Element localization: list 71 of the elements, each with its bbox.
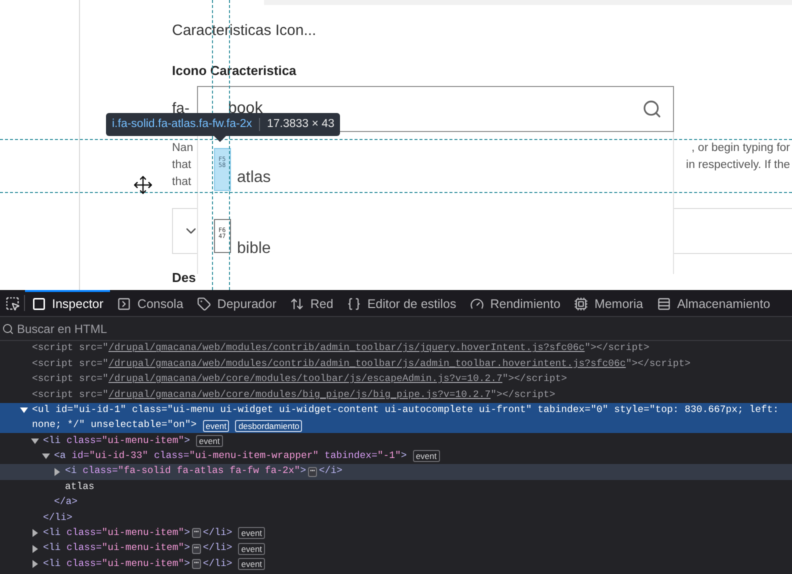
ellipsis-button[interactable]: ⋯ bbox=[192, 544, 201, 554]
disclosure-triangle-icon[interactable] bbox=[31, 560, 39, 568]
html-code: none; */" unselectable="on"> bbox=[32, 418, 197, 432]
html-code: </li> bbox=[202, 541, 232, 556]
html-code: </li> bbox=[202, 556, 232, 571]
element-picker-icon bbox=[4, 296, 20, 310]
devtools-tab[interactable]: Consola bbox=[110, 290, 190, 316]
tab-icon bbox=[657, 297, 672, 311]
devtools-tab[interactable]: Inspector bbox=[25, 290, 110, 316]
marker-badge[interactable]: event bbox=[238, 558, 266, 570]
hovered-row[interactable]: <i class="fa-solid fa-atlas fa-fw fa-2x"> ⋯ </i> bbox=[0, 464, 792, 480]
field-label: Icono Caracteristica bbox=[172, 63, 298, 79]
ellipsis-button[interactable]: ⋯ bbox=[192, 528, 201, 538]
disclosure-triangle-icon[interactable] bbox=[31, 529, 39, 538]
html-code: atlas bbox=[65, 480, 94, 494]
ellipsis-button[interactable]: ⋯ bbox=[308, 466, 317, 477]
devtools-tab[interactable]: Memoria bbox=[567, 290, 650, 316]
disclosure-triangle-icon[interactable] bbox=[53, 468, 61, 476]
marker-badge[interactable]: event bbox=[238, 542, 266, 555]
help-text: , or begin typing for bbox=[692, 141, 790, 156]
tab-icon bbox=[574, 297, 588, 311]
help-text: that bbox=[172, 158, 192, 173]
section-title: Caracteristicas Icon... bbox=[172, 22, 318, 40]
ellipsis-button[interactable]: ⋯ bbox=[192, 559, 201, 570]
devtools-tab[interactable]: Editor de estilos bbox=[340, 290, 464, 316]
help-text: in respectively. If the bbox=[686, 158, 790, 173]
search-icon bbox=[642, 99, 662, 119]
html-code: <script src="/drupal/gmacana/web/core/modules/big_pipe/js/big_pipe.js?v=10.2.7"></script> bbox=[32, 388, 556, 402]
selected-row[interactable]: none; */" unselectable="on"> event desbordamiento bbox=[0, 418, 792, 434]
html-code: </li> bbox=[202, 526, 232, 540]
tab-icon bbox=[470, 297, 484, 311]
disclosure-triangle-icon[interactable] bbox=[20, 406, 28, 414]
html-code: </i> bbox=[318, 464, 342, 478]
html-code: <a id="ui-id-33" class="ui-menu-item-wrapper" tabindex="-1"> bbox=[54, 449, 407, 464]
disclosure-triangle-icon[interactable] bbox=[42, 452, 50, 460]
devtools-tab[interactable]: Depurador bbox=[190, 290, 284, 316]
html-code: <li class="ui-menu-item"> bbox=[43, 556, 190, 571]
html-code: <script src="/drupal/gmacana/web/modules/contrib/admin_toolbar/js/admin_toolbar.hoverintent.js?sfc06c"></script> bbox=[32, 356, 690, 371]
tab-icon bbox=[197, 297, 212, 311]
section-title: Des bbox=[172, 270, 196, 286]
html-code: </a> bbox=[54, 495, 78, 510]
suggestion-item[interactable]: atlas bbox=[237, 169, 271, 187]
html-code: <script src="/drupal/gmacana/web/core/modules/toolbar/js/escapeAdmin.js?v=10.2.7"></script> bbox=[32, 372, 568, 386]
marker-badge[interactable]: event bbox=[412, 450, 440, 462]
devtools-tab[interactable]: Almacenamiento bbox=[650, 290, 778, 316]
html-code: <script src="/drupal/gmacana/web/modules/contrib/admin_toolbar/js/jquery.hoverIntent.js?sfc06c"></script> bbox=[32, 341, 650, 356]
tab-icon bbox=[32, 297, 46, 311]
tab-icon bbox=[347, 297, 362, 311]
help-text: Nan bbox=[172, 141, 194, 156]
marker-badge[interactable]: event bbox=[238, 527, 266, 540]
move-cursor-icon bbox=[133, 175, 153, 195]
search-icon bbox=[2, 322, 14, 334]
disclosure-triangle-icon[interactable] bbox=[31, 437, 39, 446]
help-text: that bbox=[172, 175, 192, 190]
disclosure-triangle-icon[interactable] bbox=[31, 544, 39, 553]
html-search-field[interactable]: Buscar en HTML bbox=[17, 320, 792, 338]
field-prefix: fa- bbox=[172, 100, 190, 118]
marker-badge[interactable]: event bbox=[202, 420, 230, 432]
devtools-tab[interactable]: Red bbox=[283, 290, 340, 316]
tab-icon bbox=[117, 297, 132, 311]
html-code: <i class="fa-solid fa-atlas fa-fw fa-2x"> bbox=[65, 464, 306, 478]
marker-badge[interactable]: event bbox=[196, 435, 223, 448]
tab-icon bbox=[290, 297, 304, 311]
html-code: <li class="ui-menu-item"> bbox=[43, 526, 190, 540]
html-code: </li> bbox=[43, 510, 72, 525]
devtools-tab[interactable]: Rendimiento bbox=[463, 290, 568, 316]
marker-badge[interactable]: desbordamiento bbox=[235, 420, 302, 432]
element-size: 17.3833 × 43 bbox=[266, 116, 334, 132]
suggestion-item[interactable]: bible bbox=[237, 240, 271, 258]
html-code: <li class="ui-menu-item"> bbox=[43, 434, 190, 448]
html-code: <li class="ui-menu-item"> bbox=[43, 541, 190, 556]
